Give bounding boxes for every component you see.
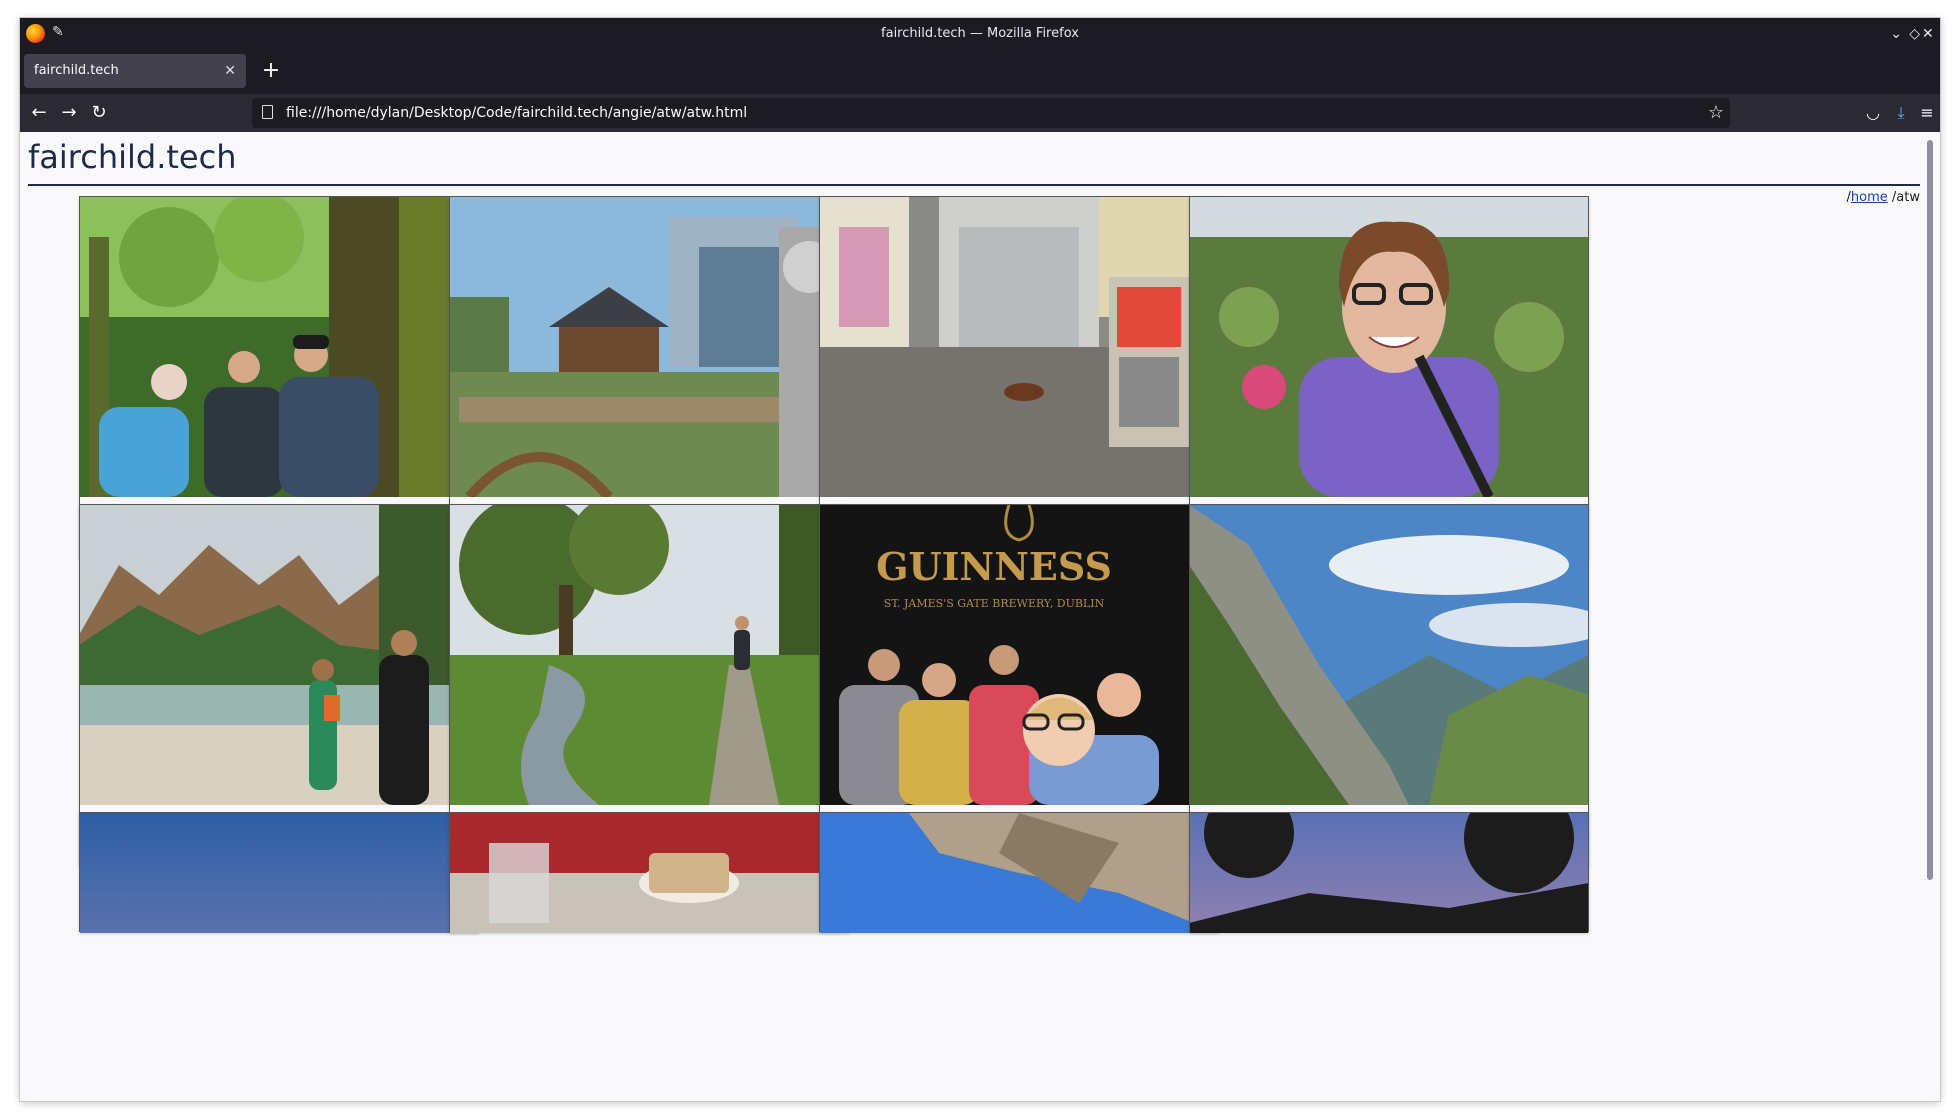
browser-window: ✎ fairchild.tech — Mozilla Firefox ⌄ ◇ ✕… (20, 18, 1940, 1101)
country-photo[interactable] (80, 813, 478, 933)
forward-button[interactable]: → (54, 94, 84, 132)
close-window-icon[interactable]: ✕ (1922, 18, 1938, 50)
country-photo[interactable] (450, 505, 848, 805)
back-button[interactable]: ← (24, 94, 54, 132)
title-bar: ✎ fairchild.tech — Mozilla Firefox ⌄ ◇ ✕ (20, 18, 1940, 50)
country-photo[interactable] (1190, 197, 1588, 497)
maximize-icon[interactable]: ◇ (1909, 18, 1920, 50)
page-content: fairchild.tech /home /atw WashingtonGran… (20, 132, 1920, 1101)
menu-icon[interactable]: ≡ (1914, 94, 1940, 132)
header-divider (28, 184, 1920, 186)
bookmark-star-icon[interactable]: ☆ (1708, 98, 1724, 128)
breadcrumb-home-link[interactable]: home (1851, 190, 1888, 205)
tab-label: fairchild.tech (34, 63, 119, 78)
tab-fairchild-tech[interactable]: fairchild.tech ✕ (24, 54, 246, 88)
page-icon (262, 105, 273, 119)
nav-bar: ← → ↻ ☆ ◡ ⤓ ≡ (20, 94, 1940, 132)
minimize-icon[interactable]: ⌄ (1890, 18, 1902, 50)
guinness-sign-subtext: ST. JAMES'S GATE BREWERY, DUBLIN (884, 597, 1105, 610)
country-photo[interactable] (1190, 813, 1588, 933)
country-photo[interactable]: GUINNESS ST. JAMES'S GATE BREWERY, DUBLI… (820, 505, 1218, 805)
reload-button[interactable]: ↻ (84, 94, 114, 132)
country-photo[interactable] (820, 197, 1218, 497)
download-icon[interactable]: ⤓ (1888, 94, 1914, 132)
tab-close-icon[interactable]: ✕ (224, 54, 236, 88)
pocket-icon[interactable]: ◡ (1860, 94, 1886, 132)
new-tab-button[interactable]: + (256, 56, 286, 86)
scrollbar-thumb[interactable] (1927, 140, 1933, 880)
url-input[interactable] (286, 98, 1666, 128)
country-photo[interactable] (80, 505, 478, 805)
site-title: fairchild.tech (28, 138, 237, 176)
window-title: fairchild.tech — Mozilla Firefox (881, 26, 1079, 41)
country-photo[interactable] (80, 197, 478, 497)
country-photo[interactable] (450, 197, 848, 497)
country-photo[interactable] (450, 813, 848, 933)
country-card[interactable] (819, 812, 1219, 933)
country-card[interactable] (449, 812, 849, 933)
breadcrumb: /home /atw (1847, 190, 1920, 205)
breadcrumb-current: atw (1896, 190, 1920, 205)
country-photo[interactable] (820, 813, 1218, 933)
url-bar[interactable]: ☆ (252, 98, 1730, 128)
country-photo[interactable] (1190, 505, 1588, 805)
guinness-sign-text: GUINNESS (876, 544, 1112, 589)
country-card[interactable] (79, 812, 479, 933)
tab-strip: fairchild.tech ✕ + (20, 50, 1940, 94)
country-card[interactable] (1189, 812, 1589, 933)
